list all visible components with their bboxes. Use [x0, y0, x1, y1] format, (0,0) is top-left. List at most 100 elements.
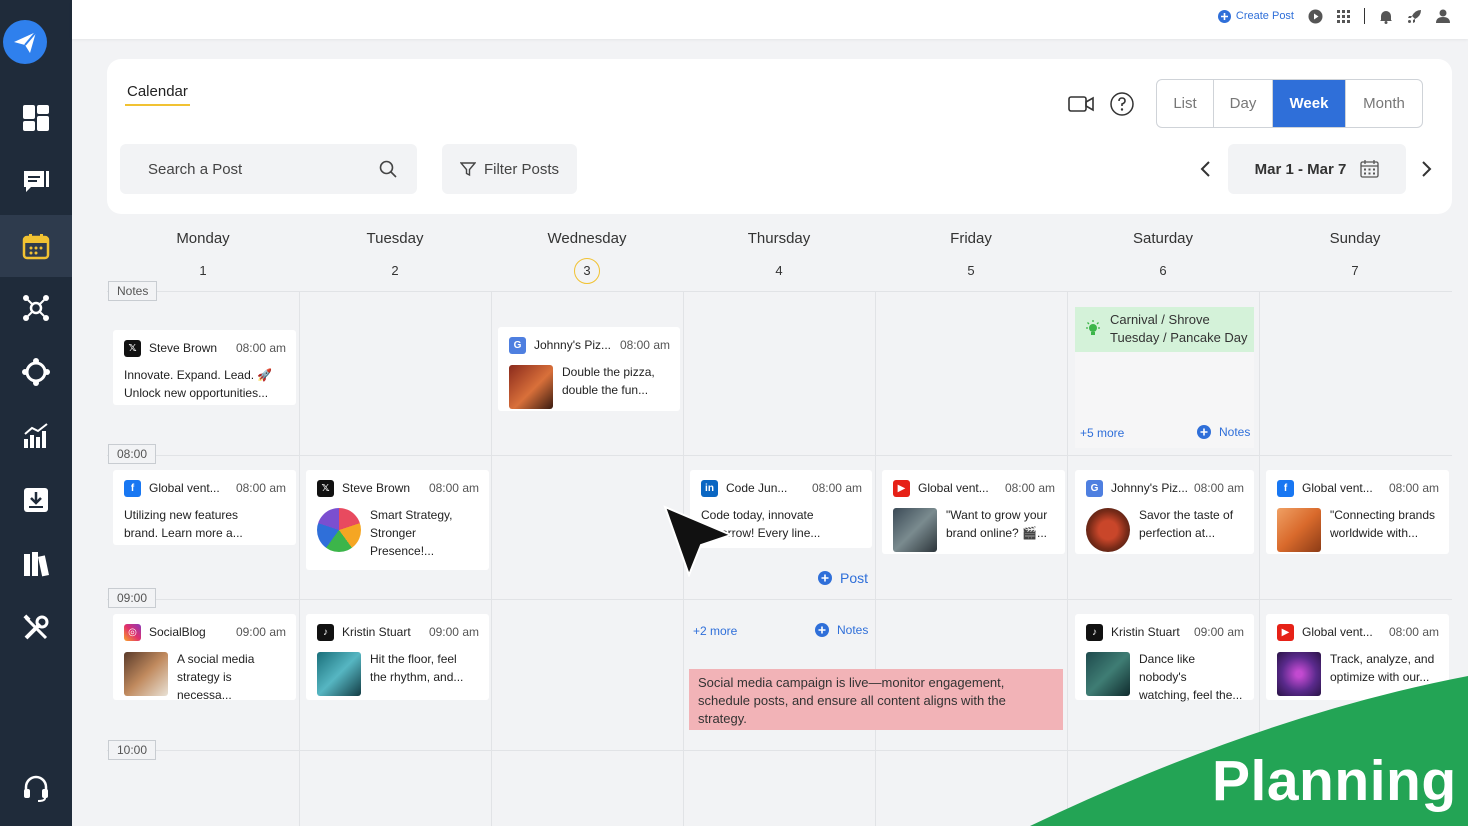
post-text: Utilizing new features [124, 508, 239, 522]
tiktok-icon: ♪ [1086, 623, 1103, 641]
post-time: 08:00 am [1388, 481, 1439, 495]
more-link-thursday[interactable]: +2 more [693, 624, 737, 638]
create-post-button[interactable]: Create Post [1217, 9, 1294, 23]
view-week[interactable]: Week [1273, 80, 1346, 127]
day-name: Friday [950, 230, 992, 247]
day-number: 3 [574, 258, 600, 284]
mouse-cursor-icon [663, 505, 733, 577]
app-logo[interactable] [3, 20, 47, 64]
day-name: Monday [176, 230, 230, 247]
post-text: strategy is necessa... [177, 670, 232, 702]
view-day[interactable]: Day [1214, 80, 1273, 127]
facebook-icon: f [124, 479, 141, 497]
library-icon [24, 552, 49, 577]
post-text: Smart Strategy, [370, 508, 453, 522]
filter-icon [459, 162, 476, 177]
analytics-icon [24, 423, 48, 448]
post-card[interactable]: ♪ Kristin Stuart 09:00 am Hit the floor, f… [306, 614, 489, 700]
post-text: "Connecting brands [1330, 508, 1435, 522]
nav-inbox[interactable] [0, 469, 72, 531]
bell-icon[interactable] [1379, 9, 1393, 24]
day-header-wednesday: Wednesday 3 [491, 230, 683, 284]
plus-circle-icon [818, 571, 832, 585]
post-text: Stronger [370, 526, 417, 540]
post-card[interactable]: G Johnny's Piz... 08:00 am Savor the taste… [1075, 470, 1254, 554]
nav-posts[interactable] [0, 151, 72, 213]
post-card[interactable]: 𝕏 Steve Brown 08:00 am Smart Strategy, Stro… [306, 470, 489, 570]
post-time: 08:00 am [1004, 481, 1055, 495]
day-name: Sunday [1329, 230, 1381, 247]
holiday-event[interactable]: Carnival / Shrove Tuesday / Pancake Day [1075, 307, 1254, 352]
play-icon[interactable] [1308, 9, 1323, 24]
add-post-thursday[interactable]: Post [818, 570, 868, 586]
post-author: Kristin Stuart [1111, 625, 1180, 639]
filter-posts-button[interactable]: Filter Posts [442, 144, 577, 194]
day-header-friday: Friday 5 [875, 230, 1067, 280]
youtube-icon: ▶ [893, 479, 910, 497]
post-card[interactable]: f Global vent... 08:00 am Utilizing new fe… [113, 470, 296, 545]
date-range-picker[interactable]: Mar 1 - Mar 7 [1228, 144, 1406, 194]
day-number: 2 [391, 263, 399, 278]
filter-posts-label: Filter Posts [483, 160, 559, 178]
nav-dashboard[interactable] [0, 87, 72, 149]
post-card[interactable]: ▶ Global vent... 08:00 am "Want to grow yo… [882, 470, 1065, 554]
nav-support[interactable] [0, 757, 72, 819]
post-thumbnail [893, 508, 937, 552]
add-notes-thursday[interactable]: Notes [815, 623, 868, 637]
post-text: Track, analyze, and [1330, 652, 1435, 666]
previous-week-button[interactable] [1199, 160, 1211, 183]
nav-tools[interactable] [0, 597, 72, 659]
post-text: Unlock new opportunities... [124, 386, 269, 400]
next-week-button[interactable] [1421, 160, 1433, 183]
lightbulb-icon [1086, 320, 1100, 335]
day-number: 5 [967, 263, 975, 278]
create-post-label: Create Post [1235, 10, 1294, 22]
day-number: 6 [1159, 263, 1167, 278]
grid-line [299, 291, 300, 826]
search-icon[interactable] [379, 160, 397, 178]
post-text: A social media [177, 652, 255, 666]
day-header-saturday: Saturday 6 [1067, 230, 1259, 280]
nav-calendar[interactable] [0, 215, 72, 277]
x-icon: 𝕏 [317, 479, 334, 497]
chevron-left-icon [1200, 161, 1210, 177]
video-tutorial-button[interactable] [1068, 95, 1094, 118]
apps-grid-icon[interactable] [1337, 9, 1350, 23]
post-card[interactable]: 𝕏 Steve Brown 08:00 am Innovate. Expand. L… [113, 330, 296, 405]
user-icon[interactable] [1436, 9, 1450, 23]
search-input[interactable] [148, 160, 348, 178]
post-thumbnail [1086, 508, 1130, 552]
campaign-banner[interactable]: Social media campaign is live—monitor en… [689, 669, 1063, 730]
nav-analytics[interactable] [0, 405, 72, 467]
video-camera-icon [1068, 96, 1094, 112]
time-label-1000: 10:00 [108, 740, 157, 760]
google-business-icon: G [1086, 479, 1103, 497]
nav-network[interactable] [0, 277, 72, 339]
notes-row-label: Notes [108, 281, 158, 301]
calendar-picker-icon [1360, 160, 1379, 178]
calendar-header: Calendar List Day Week Month Filter Post… [107, 59, 1452, 214]
posts-icon [24, 171, 49, 192]
post-card[interactable]: G Johnny's Piz... 08:00 am Double the pizz… [498, 327, 680, 411]
tools-icon [23, 614, 49, 640]
tab-calendar[interactable]: Calendar [125, 83, 190, 106]
post-card[interactable]: ◎ SocialBlog 09:00 am A social media strate… [113, 614, 296, 702]
add-notes-saturday[interactable]: Notes [1197, 425, 1250, 439]
nav-targeting[interactable] [0, 341, 72, 403]
post-thumbnail [509, 365, 553, 409]
view-list[interactable]: List [1157, 80, 1214, 127]
help-button[interactable] [1110, 92, 1134, 121]
post-author: Steve Brown [342, 481, 411, 495]
more-link-saturday[interactable]: +5 more [1080, 426, 1124, 440]
rocket-icon[interactable] [1407, 9, 1422, 24]
post-text: Hit the floor, feel [370, 652, 457, 666]
nav-library[interactable] [0, 533, 72, 595]
post-author: Kristin Stuart [342, 625, 411, 639]
post-card[interactable]: f Global vent... 08:00 am "Connecting bran… [1266, 470, 1449, 554]
view-month[interactable]: Month [1346, 80, 1422, 127]
sidebar [0, 0, 72, 826]
date-range-label: Mar 1 - Mar 7 [1254, 160, 1347, 178]
chevron-right-icon [1422, 161, 1432, 177]
post-text: Presence!... [370, 544, 435, 558]
top-bar: Create Post [72, 0, 1468, 39]
